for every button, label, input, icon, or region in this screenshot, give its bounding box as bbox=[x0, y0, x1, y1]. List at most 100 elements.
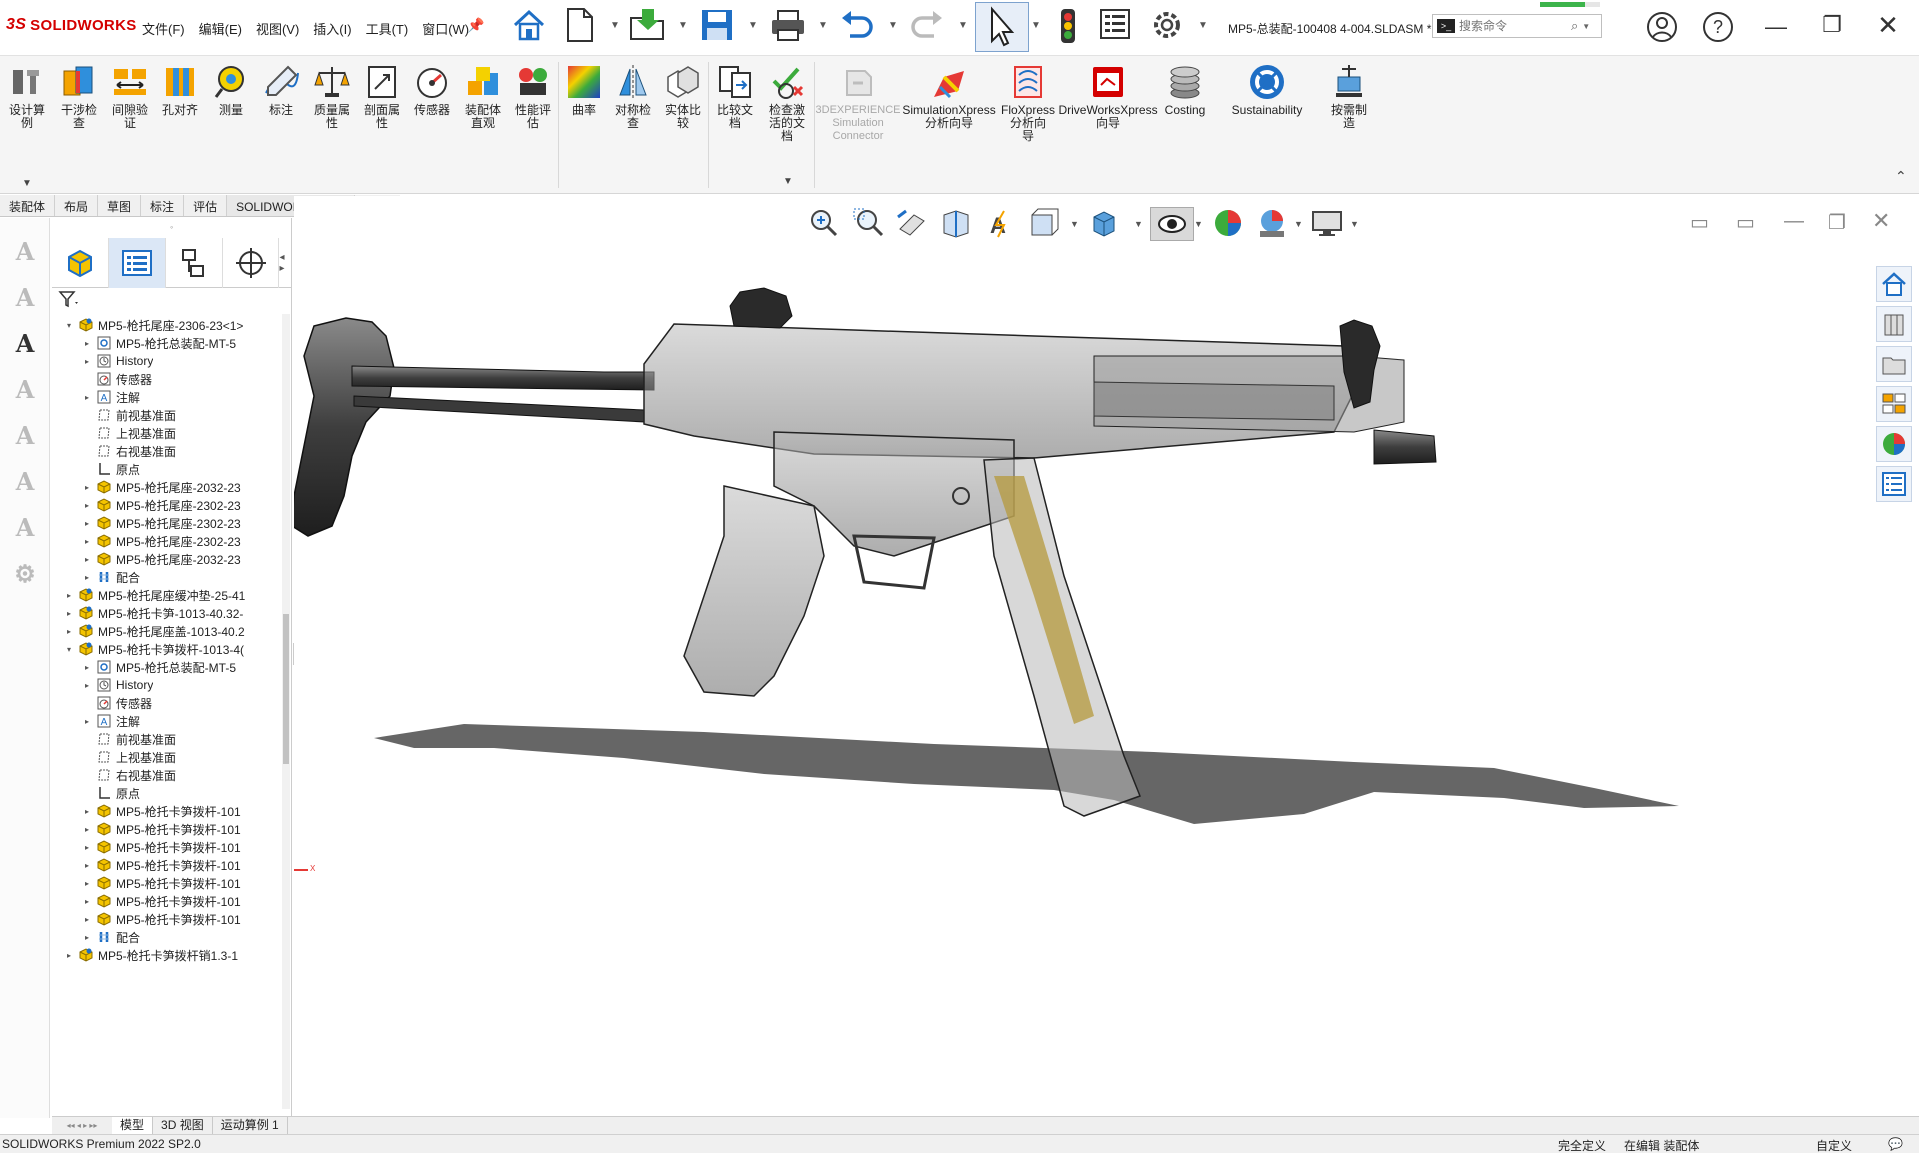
tab-3d-views[interactable]: 3D 视图 bbox=[153, 1116, 213, 1135]
assembly-visualization-button[interactable]: 装配体 直观 bbox=[460, 62, 506, 130]
options-gear-icon[interactable] bbox=[1148, 6, 1186, 44]
compare-bodies-button[interactable]: 实体比 较 bbox=[660, 62, 706, 130]
undo-dropdown-icon[interactable]: ▼ bbox=[888, 20, 898, 31]
mp5-assembly-model[interactable] bbox=[294, 196, 1919, 1116]
expand-arrow-icon[interactable]: ▸ bbox=[82, 933, 92, 942]
close-window-icon[interactable]: ✕ bbox=[1868, 10, 1908, 41]
simulation-connector-button[interactable]: 3DEXPERIENCE Simulation Connector bbox=[816, 62, 901, 143]
feature-manager-tab[interactable] bbox=[52, 238, 109, 288]
expand-arrow-icon[interactable]: ▸ bbox=[82, 825, 92, 834]
compare-documents-button[interactable]: 比较文 档 bbox=[712, 62, 758, 130]
annotation-active-icon[interactable]: A bbox=[8, 326, 42, 360]
sustainability-button[interactable]: Sustainability bbox=[1222, 62, 1312, 117]
expand-arrow-icon[interactable]: ▸ bbox=[82, 393, 92, 402]
new-dropdown-icon[interactable]: ▼ bbox=[610, 20, 620, 31]
expand-arrow-icon[interactable]: ▸ bbox=[64, 591, 74, 600]
tab-motion-study-1[interactable]: 运动算例 1 bbox=[213, 1116, 288, 1135]
menu-insert[interactable]: 插入(I) bbox=[313, 19, 351, 38]
menu-file[interactable]: 文件(F) bbox=[142, 19, 185, 38]
select-button[interactable] bbox=[975, 2, 1029, 52]
home-icon[interactable] bbox=[510, 6, 548, 44]
text-style-icon[interactable]: A bbox=[8, 234, 42, 268]
tab-assembly[interactable]: 装配体 bbox=[0, 195, 56, 216]
collapse-arrow-icon[interactable]: ▾ bbox=[64, 645, 74, 654]
expand-arrow-icon[interactable]: ▸ bbox=[82, 573, 92, 582]
menu-edit[interactable]: 编辑(E) bbox=[199, 19, 242, 38]
mass-properties-button[interactable]: 质量属 性 bbox=[309, 62, 355, 130]
expand-arrow-icon[interactable]: ▸ bbox=[64, 627, 74, 636]
expand-arrow-icon[interactable]: ▸ bbox=[82, 915, 92, 924]
configuration-manager-tab[interactable] bbox=[166, 238, 223, 288]
expand-arrow-icon[interactable]: ▸ bbox=[82, 807, 92, 816]
expand-arrow-icon[interactable]: ▸ bbox=[82, 717, 92, 726]
help-icon[interactable]: ? bbox=[1701, 10, 1735, 44]
tab-sketch[interactable]: 草图 bbox=[98, 195, 142, 216]
menu-tools[interactable]: 工具(T) bbox=[366, 19, 409, 38]
save-dropdown-icon[interactable]: ▼ bbox=[748, 20, 758, 31]
floxpress-button[interactable]: FloXpress 分析向 导 bbox=[998, 62, 1058, 143]
ribbon-expand-icon[interactable]: ▼ bbox=[22, 178, 32, 189]
expand-arrow-icon[interactable]: ▸ bbox=[82, 879, 92, 888]
sensor-button[interactable]: 传感器 bbox=[409, 62, 455, 117]
minimize-window-icon[interactable]: — bbox=[1756, 14, 1796, 40]
search-dropdown-icon[interactable]: ▼ bbox=[1582, 22, 1590, 31]
rebuild-traffic-light-icon[interactable] bbox=[1052, 6, 1084, 46]
costing-button[interactable]: Costing bbox=[1158, 62, 1212, 117]
performance-evaluation-button[interactable]: 性能评 估 bbox=[510, 62, 556, 130]
expand-arrow-icon[interactable]: ▸ bbox=[82, 897, 92, 906]
text-box-icon[interactable]: A bbox=[8, 464, 42, 498]
expand-arrow-icon[interactable]: ▸ bbox=[64, 609, 74, 618]
expand-arrow-icon[interactable]: ▸ bbox=[82, 861, 92, 870]
hole-alignment-button[interactable]: 孔对齐 bbox=[157, 62, 203, 117]
file-properties-icon[interactable] bbox=[1097, 6, 1133, 42]
search-box[interactable]: >_ ⌕ ▼ bbox=[1432, 14, 1602, 38]
search-input[interactable] bbox=[1459, 19, 1567, 33]
expand-arrow-icon[interactable]: ▸ bbox=[64, 951, 74, 960]
curvature-button[interactable]: 曲率 bbox=[561, 62, 607, 117]
select-dropdown-icon[interactable]: ▼ bbox=[1031, 20, 1041, 31]
open-document-icon[interactable] bbox=[628, 6, 668, 44]
text-plus-icon[interactable]: A bbox=[8, 372, 42, 406]
print-dropdown-icon[interactable]: ▼ bbox=[818, 20, 828, 31]
save-icon[interactable] bbox=[698, 6, 736, 44]
expand-arrow-icon[interactable]: ▸ bbox=[82, 483, 92, 492]
tool-link-icon[interactable]: ⚙ bbox=[8, 556, 42, 590]
expand-arrow-icon[interactable]: ▸ bbox=[82, 537, 92, 546]
unit-system-button[interactable]: 自定义 bbox=[1816, 1137, 1852, 1153]
search-icon[interactable]: ⌕ bbox=[1571, 18, 1578, 34]
design-study-button[interactable]: 设计算 例 bbox=[4, 62, 50, 130]
new-document-icon[interactable] bbox=[562, 6, 596, 44]
undo-icon[interactable] bbox=[838, 6, 876, 44]
expand-arrow-icon[interactable]: ▸ bbox=[82, 555, 92, 564]
collapse-arrow-icon[interactable]: ▾ bbox=[64, 321, 74, 330]
redo-icon[interactable] bbox=[908, 6, 946, 44]
manager-tab-scroll[interactable]: ◂ ▸ bbox=[279, 238, 292, 287]
symmetry-check-button[interactable]: 对称检 查 bbox=[610, 62, 656, 130]
tab-evaluate[interactable]: 评估 bbox=[184, 195, 228, 216]
interference-detection-button[interactable]: 干涉检 查 bbox=[56, 62, 102, 130]
print-icon[interactable] bbox=[768, 6, 808, 44]
expand-arrow-icon[interactable]: ▸ bbox=[82, 843, 92, 852]
text-link-icon[interactable]: A bbox=[8, 418, 42, 452]
user-account-icon[interactable] bbox=[1645, 10, 1679, 44]
menu-view[interactable]: 视图(V) bbox=[256, 19, 299, 38]
tab-markup[interactable]: 标注 bbox=[141, 195, 185, 216]
solidworks-logo[interactable]: 3S SOLIDWORKS bbox=[6, 16, 137, 34]
options-dropdown-icon[interactable]: ▼ bbox=[1198, 20, 1208, 31]
linear-pattern-text-icon[interactable]: A bbox=[8, 280, 42, 314]
simulationxpress-button[interactable]: SimulationXpress 分析向导 bbox=[902, 62, 996, 130]
text-pattern-icon[interactable]: A bbox=[8, 510, 42, 544]
tree-item[interactable]: ▸ MP5-枪托卡笋拨杆销1.3-1 bbox=[52, 944, 280, 966]
ribbon-collapse-icon[interactable]: ⌃ bbox=[1895, 168, 1907, 185]
tree-scroll-thumb[interactable] bbox=[283, 614, 289, 764]
manufacture-on-demand-button[interactable]: 按需制 造 bbox=[1324, 62, 1374, 130]
pin-menu-icon[interactable]: 📌 bbox=[467, 17, 484, 34]
menu-window[interactable]: 窗口(W) bbox=[422, 19, 469, 38]
tab-scroll-arrows[interactable]: ◂◂ ◂ ▸ ▸▸ bbox=[52, 1121, 112, 1130]
markup-button[interactable]: 标注 bbox=[258, 62, 304, 117]
expand-arrow-icon[interactable]: ▸ bbox=[82, 663, 92, 672]
tab-layout[interactable]: 布局 bbox=[55, 195, 99, 216]
expand-arrow-icon[interactable]: ▸ bbox=[82, 519, 92, 528]
group-expand-icon[interactable]: ▼ bbox=[783, 176, 793, 187]
section-properties-button[interactable]: 剖面属 性 bbox=[359, 62, 405, 130]
